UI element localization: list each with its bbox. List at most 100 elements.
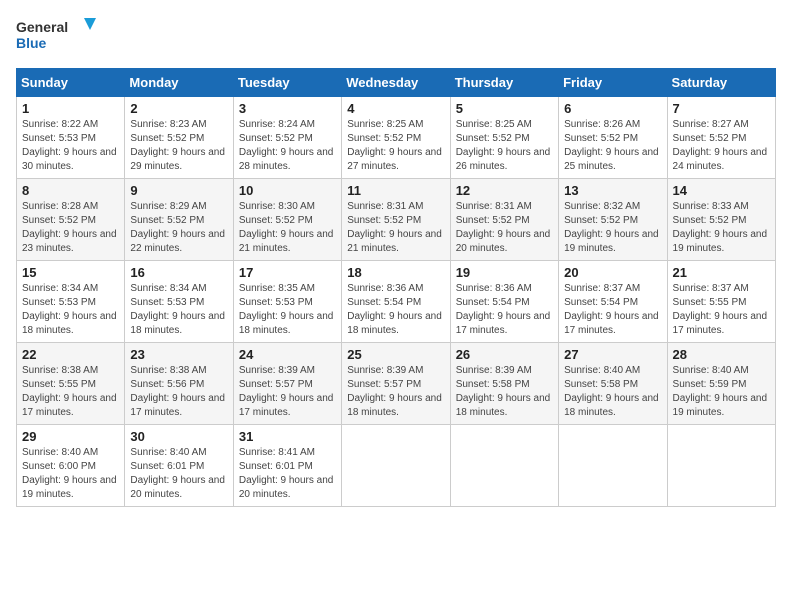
day-number: 9 xyxy=(130,183,227,198)
day-number: 12 xyxy=(456,183,553,198)
day-info: Sunrise: 8:40 AM Sunset: 5:59 PM Dayligh… xyxy=(673,364,770,420)
logo: General Blue xyxy=(16,16,96,56)
calendar-cell: 16 Sunrise: 8:34 AM Sunset: 5:53 PM Dayl… xyxy=(125,261,233,343)
day-info: Sunrise: 8:37 AM Sunset: 5:54 PM Dayligh… xyxy=(564,282,661,338)
calendar-cell: 13 Sunrise: 8:32 AM Sunset: 5:52 PM Dayl… xyxy=(559,179,667,261)
calendar-cell: 3 Sunrise: 8:24 AM Sunset: 5:52 PM Dayli… xyxy=(233,97,341,179)
calendar-header-saturday: Saturday xyxy=(667,69,775,97)
day-info: Sunrise: 8:40 AM Sunset: 6:01 PM Dayligh… xyxy=(130,446,227,502)
day-info: Sunrise: 8:32 AM Sunset: 5:52 PM Dayligh… xyxy=(564,200,661,256)
day-info: Sunrise: 8:40 AM Sunset: 5:58 PM Dayligh… xyxy=(564,364,661,420)
calendar-cell xyxy=(342,425,450,507)
calendar-cell: 30 Sunrise: 8:40 AM Sunset: 6:01 PM Dayl… xyxy=(125,425,233,507)
calendar-week-3: 15 Sunrise: 8:34 AM Sunset: 5:53 PM Dayl… xyxy=(17,261,776,343)
calendar-cell: 21 Sunrise: 8:37 AM Sunset: 5:55 PM Dayl… xyxy=(667,261,775,343)
calendar-week-5: 29 Sunrise: 8:40 AM Sunset: 6:00 PM Dayl… xyxy=(17,425,776,507)
calendar-cell: 19 Sunrise: 8:36 AM Sunset: 5:54 PM Dayl… xyxy=(450,261,558,343)
day-info: Sunrise: 8:26 AM Sunset: 5:52 PM Dayligh… xyxy=(564,118,661,174)
day-number: 25 xyxy=(347,347,444,362)
svg-text:General: General xyxy=(16,19,68,35)
day-info: Sunrise: 8:31 AM Sunset: 5:52 PM Dayligh… xyxy=(456,200,553,256)
calendar: SundayMondayTuesdayWednesdayThursdayFrid… xyxy=(16,68,776,507)
day-info: Sunrise: 8:37 AM Sunset: 5:55 PM Dayligh… xyxy=(673,282,770,338)
day-info: Sunrise: 8:24 AM Sunset: 5:52 PM Dayligh… xyxy=(239,118,336,174)
day-number: 28 xyxy=(673,347,770,362)
day-info: Sunrise: 8:36 AM Sunset: 5:54 PM Dayligh… xyxy=(456,282,553,338)
day-info: Sunrise: 8:39 AM Sunset: 5:58 PM Dayligh… xyxy=(456,364,553,420)
calendar-cell: 12 Sunrise: 8:31 AM Sunset: 5:52 PM Dayl… xyxy=(450,179,558,261)
calendar-cell: 1 Sunrise: 8:22 AM Sunset: 5:53 PM Dayli… xyxy=(17,97,125,179)
calendar-cell: 24 Sunrise: 8:39 AM Sunset: 5:57 PM Dayl… xyxy=(233,343,341,425)
day-info: Sunrise: 8:39 AM Sunset: 5:57 PM Dayligh… xyxy=(347,364,444,420)
calendar-cell: 2 Sunrise: 8:23 AM Sunset: 5:52 PM Dayli… xyxy=(125,97,233,179)
calendar-cell xyxy=(667,425,775,507)
day-number: 1 xyxy=(22,101,119,116)
calendar-cell: 6 Sunrise: 8:26 AM Sunset: 5:52 PM Dayli… xyxy=(559,97,667,179)
calendar-header-row: SundayMondayTuesdayWednesdayThursdayFrid… xyxy=(17,69,776,97)
header: General Blue xyxy=(16,16,776,56)
day-info: Sunrise: 8:34 AM Sunset: 5:53 PM Dayligh… xyxy=(22,282,119,338)
day-number: 21 xyxy=(673,265,770,280)
day-number: 16 xyxy=(130,265,227,280)
calendar-cell: 9 Sunrise: 8:29 AM Sunset: 5:52 PM Dayli… xyxy=(125,179,233,261)
day-number: 10 xyxy=(239,183,336,198)
day-number: 15 xyxy=(22,265,119,280)
day-number: 14 xyxy=(673,183,770,198)
calendar-cell: 23 Sunrise: 8:38 AM Sunset: 5:56 PM Dayl… xyxy=(125,343,233,425)
day-info: Sunrise: 8:25 AM Sunset: 5:52 PM Dayligh… xyxy=(456,118,553,174)
calendar-cell: 27 Sunrise: 8:40 AM Sunset: 5:58 PM Dayl… xyxy=(559,343,667,425)
day-number: 23 xyxy=(130,347,227,362)
day-info: Sunrise: 8:31 AM Sunset: 5:52 PM Dayligh… xyxy=(347,200,444,256)
day-info: Sunrise: 8:38 AM Sunset: 5:56 PM Dayligh… xyxy=(130,364,227,420)
calendar-week-1: 1 Sunrise: 8:22 AM Sunset: 5:53 PM Dayli… xyxy=(17,97,776,179)
day-number: 30 xyxy=(130,429,227,444)
day-number: 4 xyxy=(347,101,444,116)
day-info: Sunrise: 8:30 AM Sunset: 5:52 PM Dayligh… xyxy=(239,200,336,256)
day-info: Sunrise: 8:39 AM Sunset: 5:57 PM Dayligh… xyxy=(239,364,336,420)
day-info: Sunrise: 8:41 AM Sunset: 6:01 PM Dayligh… xyxy=(239,446,336,502)
calendar-cell: 8 Sunrise: 8:28 AM Sunset: 5:52 PM Dayli… xyxy=(17,179,125,261)
day-number: 18 xyxy=(347,265,444,280)
calendar-cell: 31 Sunrise: 8:41 AM Sunset: 6:01 PM Dayl… xyxy=(233,425,341,507)
day-info: Sunrise: 8:27 AM Sunset: 5:52 PM Dayligh… xyxy=(673,118,770,174)
logo-svg: General Blue xyxy=(16,16,96,56)
day-number: 8 xyxy=(22,183,119,198)
calendar-cell: 10 Sunrise: 8:30 AM Sunset: 5:52 PM Dayl… xyxy=(233,179,341,261)
calendar-cell: 11 Sunrise: 8:31 AM Sunset: 5:52 PM Dayl… xyxy=(342,179,450,261)
calendar-week-2: 8 Sunrise: 8:28 AM Sunset: 5:52 PM Dayli… xyxy=(17,179,776,261)
day-number: 11 xyxy=(347,183,444,198)
day-number: 5 xyxy=(456,101,553,116)
calendar-cell: 7 Sunrise: 8:27 AM Sunset: 5:52 PM Dayli… xyxy=(667,97,775,179)
calendar-cell: 14 Sunrise: 8:33 AM Sunset: 5:52 PM Dayl… xyxy=(667,179,775,261)
calendar-cell: 18 Sunrise: 8:36 AM Sunset: 5:54 PM Dayl… xyxy=(342,261,450,343)
day-number: 6 xyxy=(564,101,661,116)
calendar-cell: 22 Sunrise: 8:38 AM Sunset: 5:55 PM Dayl… xyxy=(17,343,125,425)
day-number: 27 xyxy=(564,347,661,362)
day-number: 3 xyxy=(239,101,336,116)
calendar-header-friday: Friday xyxy=(559,69,667,97)
calendar-cell: 5 Sunrise: 8:25 AM Sunset: 5:52 PM Dayli… xyxy=(450,97,558,179)
day-info: Sunrise: 8:29 AM Sunset: 5:52 PM Dayligh… xyxy=(130,200,227,256)
calendar-cell: 4 Sunrise: 8:25 AM Sunset: 5:52 PM Dayli… xyxy=(342,97,450,179)
calendar-week-4: 22 Sunrise: 8:38 AM Sunset: 5:55 PM Dayl… xyxy=(17,343,776,425)
day-info: Sunrise: 8:23 AM Sunset: 5:52 PM Dayligh… xyxy=(130,118,227,174)
day-number: 20 xyxy=(564,265,661,280)
day-info: Sunrise: 8:25 AM Sunset: 5:52 PM Dayligh… xyxy=(347,118,444,174)
calendar-header-thursday: Thursday xyxy=(450,69,558,97)
svg-text:Blue: Blue xyxy=(16,35,47,51)
day-info: Sunrise: 8:34 AM Sunset: 5:53 PM Dayligh… xyxy=(130,282,227,338)
calendar-cell xyxy=(450,425,558,507)
day-info: Sunrise: 8:36 AM Sunset: 5:54 PM Dayligh… xyxy=(347,282,444,338)
day-number: 13 xyxy=(564,183,661,198)
calendar-cell: 26 Sunrise: 8:39 AM Sunset: 5:58 PM Dayl… xyxy=(450,343,558,425)
calendar-header-wednesday: Wednesday xyxy=(342,69,450,97)
day-info: Sunrise: 8:28 AM Sunset: 5:52 PM Dayligh… xyxy=(22,200,119,256)
day-number: 31 xyxy=(239,429,336,444)
calendar-cell: 25 Sunrise: 8:39 AM Sunset: 5:57 PM Dayl… xyxy=(342,343,450,425)
calendar-header-sunday: Sunday xyxy=(17,69,125,97)
day-info: Sunrise: 8:22 AM Sunset: 5:53 PM Dayligh… xyxy=(22,118,119,174)
calendar-cell xyxy=(559,425,667,507)
day-number: 29 xyxy=(22,429,119,444)
day-number: 24 xyxy=(239,347,336,362)
day-info: Sunrise: 8:35 AM Sunset: 5:53 PM Dayligh… xyxy=(239,282,336,338)
